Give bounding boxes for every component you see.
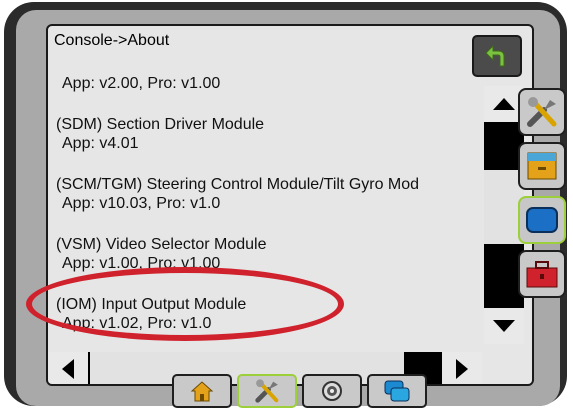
page-title: Console->About [54,32,170,49]
triangle-right-icon [456,359,468,379]
triangle-up-icon [493,98,515,110]
home-icon [190,381,214,402]
nav-home-button[interactable] [172,374,232,408]
scroll-left-button[interactable] [48,352,88,384]
scroll-down-button[interactable] [484,308,524,344]
screens-icon [384,380,410,402]
nav-screens-button[interactable] [367,374,427,408]
triangle-down-icon [493,320,515,332]
nav-camera-button[interactable] [302,374,362,408]
screen: Console->About App: v2.00, Pro: v1.00 (S… [16,10,560,406]
side-tab-display[interactable] [518,196,566,244]
back-arrow-icon [485,44,505,67]
scroll-right-button[interactable] [442,352,482,384]
back-button[interactable] [472,35,522,77]
list-item: App: v2.00, Pro: v1.00 [56,76,220,93]
list-item: (SDM) Section Driver Module App: v4.01 [56,115,264,153]
file-cabinet-icon [527,152,557,180]
triangle-left-icon [62,359,74,379]
list-item-version: App: v10.03, Pro: v1.0 [62,195,221,212]
list-item-name: (SDM) Section Driver Module [56,116,265,133]
side-tab-cabinet[interactable] [518,142,566,190]
side-tab-tools[interactable] [518,88,566,136]
list-item: (SCM/TGM) Steering Control Module/Tilt G… [56,175,419,213]
display-icon [526,207,558,233]
camera-icon [322,381,342,401]
tools-icon [527,97,557,127]
side-tab-toolbox[interactable] [518,250,566,298]
list-item-name: (SCM/TGM) Steering Control Module/Tilt G… [56,176,420,193]
list-item-name: (VSM) Video Selector Module [56,236,267,253]
nav-tools-button[interactable] [237,374,297,408]
toolbox-icon [526,261,558,288]
highlight-ellipse [26,267,344,341]
device-frame: Console->About App: v2.00, Pro: v1.00 (S… [4,2,567,406]
tools-icon [255,379,279,403]
list-item-version: App: v2.00, Pro: v1.00 [62,76,221,92]
list-item-version: App: v4.01 [62,135,139,152]
